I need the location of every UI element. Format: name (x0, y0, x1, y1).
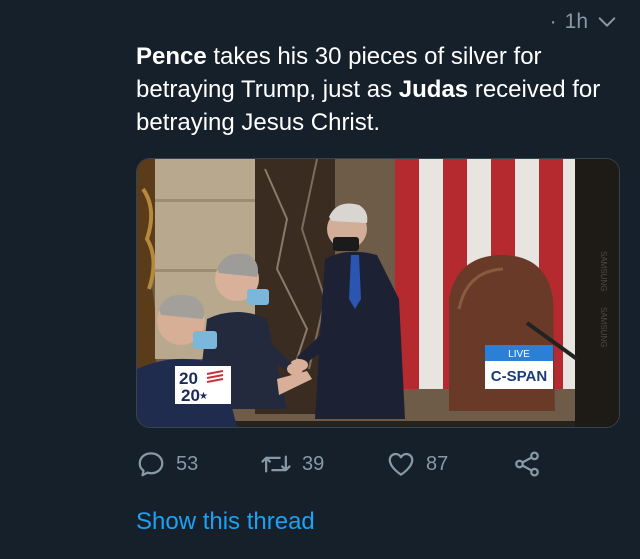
share-button[interactable] (512, 449, 542, 479)
reply-count: 53 (176, 452, 199, 475)
cspan-logo: C-SPAN (491, 368, 547, 385)
retweet-count: 39 (302, 452, 325, 475)
heart-icon (386, 449, 416, 479)
tweet-media-image[interactable]: SAMSUNG SAMSUNG 20 20 ★ LIVE C-SPAN (136, 158, 620, 428)
show-thread-link[interactable]: Show this thread (136, 508, 315, 536)
reply-button[interactable]: 53 (136, 449, 198, 479)
like-button[interactable]: 87 (386, 449, 448, 479)
tweet-actions: 53 39 87 (136, 449, 556, 479)
timestamp[interactable]: 1h (565, 10, 588, 34)
retweet-icon (260, 449, 292, 479)
star-icon: ★ (199, 391, 208, 402)
separator-dot: · (549, 10, 557, 33)
tweet-text-bold-segment: Pence (136, 43, 207, 70)
retweet-button[interactable]: 39 (260, 449, 324, 479)
tweet: · 1h Pence takes his 30 pieces of silver… (0, 0, 640, 559)
samsung-logo-bottom: SAMSUNG (599, 307, 608, 347)
like-count: 87 (426, 452, 449, 475)
share-icon (512, 449, 542, 479)
logo-2020-bottom: 20 (181, 386, 200, 405)
tweet-text: Pence takes his 30 pieces of silver for … (136, 40, 616, 139)
reply-icon (136, 449, 166, 479)
tweet-meta: · 1h (550, 10, 618, 34)
live-badge: LIVE (508, 349, 530, 360)
chevron-down-icon[interactable] (596, 11, 618, 33)
samsung-logo-top: SAMSUNG (599, 251, 608, 291)
tweet-text-bold-segment: Judas (398, 76, 469, 103)
